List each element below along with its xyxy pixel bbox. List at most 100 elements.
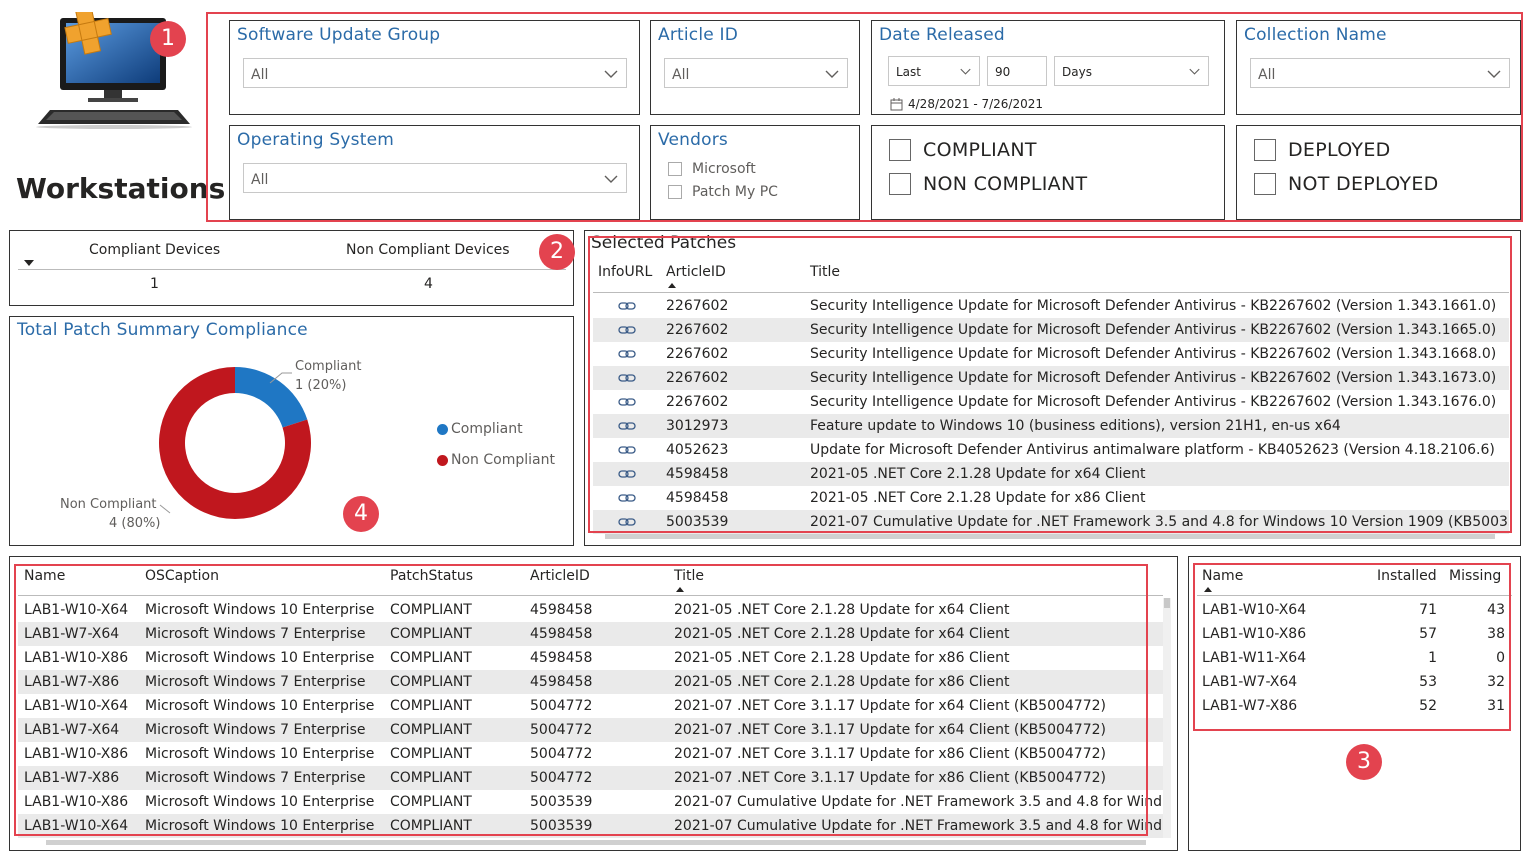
column-header-articleid[interactable]: ArticleID	[666, 264, 726, 280]
vendor-option-microsoft[interactable]: Microsoft	[668, 161, 756, 177]
link-icon[interactable]	[618, 414, 638, 438]
patch-summary-chart-card: Total Patch Summary Compliance Compliant…	[9, 316, 574, 546]
cell-installed: 57	[1419, 626, 1437, 642]
compliance-option-non-compliant[interactable]: NON COMPLIANT	[889, 173, 1087, 195]
cell-articleid: 5004772	[530, 770, 593, 786]
table-row[interactable]: LAB1-W7-X64 Microsoft Windows 7 Enterpris…	[18, 622, 1163, 646]
cell-name: LAB1-W7-X64	[1202, 674, 1298, 690]
table-row[interactable]: 2267602 Security Intelligence Update for …	[593, 294, 1509, 318]
patch-rows: 2267602 Security Intelligence Update for …	[593, 294, 1509, 534]
link-icon[interactable]	[618, 510, 638, 534]
legend-item-noncompliant[interactable]: Non Compliant	[437, 452, 555, 468]
column-header-title[interactable]: Title	[674, 568, 704, 584]
checkbox[interactable]	[889, 173, 911, 195]
cell-articleid: 5004772	[530, 746, 593, 762]
column-header[interactable]: Compliant Devices	[89, 242, 220, 258]
table-row[interactable]: LAB1-W10-X86 57 38	[1197, 622, 1512, 646]
cell-installed: 53	[1419, 674, 1437, 690]
column-header-title[interactable]: Title	[810, 264, 840, 280]
cell-patchstatus: COMPLIANT	[390, 746, 472, 762]
checkbox[interactable]	[668, 185, 682, 199]
checkbox[interactable]	[668, 162, 682, 176]
column-header-articleid[interactable]: ArticleID	[530, 568, 590, 584]
table-row[interactable]: 3012973 Feature update to Windows 10 (bus…	[593, 414, 1509, 438]
cell-oscaption: Microsoft Windows 7 Enterprise	[145, 626, 366, 642]
cell-installed: 1	[1428, 650, 1437, 666]
cell-missing: 32	[1487, 674, 1505, 690]
horizontal-scrollbar[interactable]	[46, 840, 1146, 845]
horizontal-scrollbar[interactable]	[605, 534, 1495, 539]
cell-oscaption: Microsoft Windows 10 Enterprise	[145, 602, 375, 618]
slicer-article-id: Article ID All	[650, 20, 860, 115]
link-icon[interactable]	[618, 486, 638, 510]
table-row[interactable]: 2267602 Security Intelligence Update for …	[593, 342, 1509, 366]
scrollbar-thumb[interactable]	[1164, 598, 1170, 608]
table-row[interactable]: LAB1-W11-X64 1 0	[1197, 646, 1512, 670]
chevron-down-icon	[960, 68, 971, 75]
article-id-dropdown[interactable]: All	[664, 58, 848, 88]
table-row[interactable]: LAB1-W7-X86 52 31	[1197, 694, 1512, 718]
slicer-compliance: COMPLIANT NON COMPLIANT	[871, 125, 1225, 220]
cell-title: Security Intelligence Update for Microso…	[810, 346, 1497, 362]
vendor-option-patch-my-pc[interactable]: Patch My PC	[668, 184, 778, 200]
table-row[interactable]: LAB1-W7-X64 Microsoft Windows 7 Enterpris…	[18, 718, 1163, 742]
checkbox[interactable]	[889, 139, 911, 161]
table-row[interactable]: 4598458 2021-05 .NET Core 2.1.28 Update f…	[593, 486, 1509, 510]
software-update-group-dropdown[interactable]: All	[243, 58, 627, 88]
operating-system-dropdown[interactable]: All	[243, 163, 627, 193]
table-row[interactable]: LAB1-W10-X86 Microsoft Windows 10 Enterpr…	[18, 742, 1163, 766]
table-row[interactable]: 5003539 2021-07 Cumulative Update for .NE…	[593, 510, 1509, 534]
table-row[interactable]: LAB1-W10-X64 Microsoft Windows 10 Enterpr…	[18, 694, 1163, 718]
column-header-oscaption[interactable]: OSCaption	[145, 568, 219, 584]
link-icon[interactable]	[618, 390, 638, 414]
table-row[interactable]: LAB1-W7-X86 Microsoft Windows 7 Enterpris…	[18, 766, 1163, 790]
collection-name-dropdown[interactable]: All	[1250, 58, 1510, 88]
table-row[interactable]: LAB1-W10-X64 Microsoft Windows 10 Enterpr…	[18, 814, 1163, 838]
table-row[interactable]: 2267602 Security Intelligence Update for …	[593, 390, 1509, 414]
compliant-device-count: 1	[150, 276, 159, 292]
vertical-scrollbar[interactable]	[1163, 598, 1171, 838]
data-label-compliant-value: 1 (20%)	[295, 378, 347, 393]
compliance-option-compliant[interactable]: COMPLIANT	[889, 139, 1037, 161]
link-icon[interactable]	[618, 342, 638, 366]
table-row[interactable]: 2267602 Security Intelligence Update for …	[593, 318, 1509, 342]
table-row[interactable]: LAB1-W10-X86 Microsoft Windows 10 Enterpr…	[18, 646, 1163, 670]
table-row[interactable]: LAB1-W10-X64 71 43	[1197, 598, 1512, 622]
cell-oscaption: Microsoft Windows 10 Enterprise	[145, 746, 375, 762]
column-header-name[interactable]: Name	[24, 568, 65, 584]
link-icon[interactable]	[618, 366, 638, 390]
link-icon[interactable]	[618, 294, 638, 318]
table-row[interactable]: LAB1-W10-X64 Microsoft Windows 10 Enterpr…	[18, 598, 1163, 622]
column-header[interactable]: Non Compliant Devices	[346, 242, 510, 258]
table-row[interactable]: 2267602 Security Intelligence Update for …	[593, 366, 1509, 390]
table-row[interactable]: 4598458 2021-05 .NET Core 2.1.28 Update f…	[593, 462, 1509, 486]
cell-articleid: 2267602	[666, 346, 729, 362]
noncompliant-device-count: 4	[424, 276, 433, 292]
cell-title: 2021-05 .NET Core 2.1.28 Update for x86 …	[674, 674, 1010, 690]
donut-slice-compliant[interactable]	[235, 367, 308, 428]
table-row[interactable]: LAB1-W7-X64 53 32	[1197, 670, 1512, 694]
link-icon[interactable]	[618, 318, 638, 342]
table-row[interactable]: LAB1-W10-X86 Microsoft Windows 10 Enterpr…	[18, 790, 1163, 814]
checkbox[interactable]	[1254, 173, 1276, 195]
column-header-name[interactable]: Name	[1202, 568, 1243, 584]
date-mode-dropdown[interactable]: Last	[888, 56, 980, 86]
cell-name: LAB1-W10-X64	[24, 818, 129, 834]
table-row[interactable]: LAB1-W7-X86 Microsoft Windows 7 Enterpris…	[18, 670, 1163, 694]
legend-item-compliant[interactable]: Compliant	[437, 421, 523, 437]
deployment-option-not-deployed[interactable]: NOT DEPLOYED	[1254, 173, 1439, 195]
link-icon[interactable]	[618, 462, 638, 486]
column-header-installed[interactable]: Installed	[1377, 568, 1437, 584]
table-row[interactable]: 4052623 Update for Microsoft Defender Ant…	[593, 438, 1509, 462]
cell-patchstatus: COMPLIANT	[390, 602, 472, 618]
column-header-patchstatus[interactable]: PatchStatus	[390, 568, 473, 584]
cell-patchstatus: COMPLIANT	[390, 722, 472, 738]
date-count-input[interactable]: 90	[987, 56, 1047, 86]
cell-name: LAB1-W7-X86	[24, 770, 120, 786]
column-header-infourl[interactable]: InfoURL	[598, 264, 652, 280]
link-icon[interactable]	[618, 438, 638, 462]
checkbox[interactable]	[1254, 139, 1276, 161]
date-unit-dropdown[interactable]: Days	[1054, 56, 1209, 86]
column-header-missing[interactable]: Missing	[1449, 568, 1501, 584]
deployment-option-deployed[interactable]: DEPLOYED	[1254, 139, 1391, 161]
